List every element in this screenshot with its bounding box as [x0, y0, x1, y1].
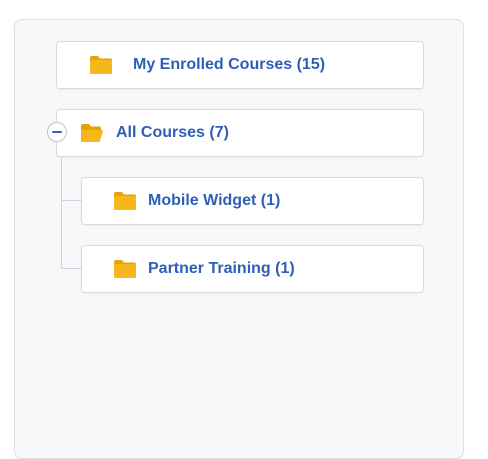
- tree-connector-vertical: [61, 156, 62, 269]
- tree-node-all-courses[interactable]: All Courses (7): [56, 109, 424, 157]
- tree-node-my-enrolled-courses[interactable]: My Enrolled Courses (15): [56, 41, 424, 89]
- tree-connector-branch-1: [61, 200, 81, 201]
- collapse-toggle-button[interactable]: [47, 122, 67, 142]
- tree-node-mobile-widget[interactable]: Mobile Widget (1): [81, 177, 424, 225]
- minus-icon: [52, 131, 62, 133]
- tree-node-label: Mobile Widget (1): [148, 192, 281, 209]
- folder-icon: [114, 260, 136, 278]
- tree-connector-branch-2: [61, 268, 81, 269]
- tree-node-label: All Courses (7): [116, 124, 229, 141]
- tree-node-label: Partner Training (1): [148, 260, 295, 277]
- folder-open-icon: [81, 124, 103, 142]
- tree-node-partner-training[interactable]: Partner Training (1): [81, 245, 424, 293]
- folder-icon: [114, 192, 136, 210]
- folder-icon: [90, 56, 112, 74]
- tree-node-label: My Enrolled Courses (15): [133, 56, 326, 73]
